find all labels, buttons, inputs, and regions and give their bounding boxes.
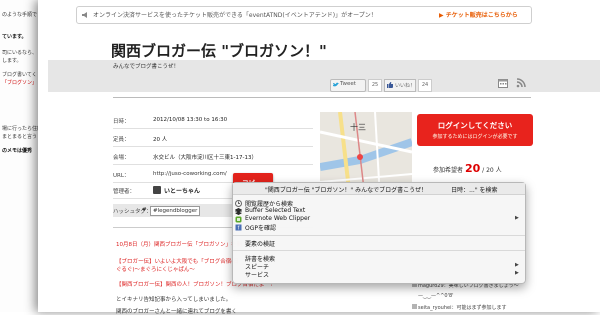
tweet-count: 25	[368, 79, 382, 92]
organizer-name-link[interactable]: いとーちゃん	[164, 186, 200, 195]
menu-item-evernote[interactable]: Evernote Web Clipper	[245, 215, 310, 222]
body-text-link[interactable]: 【ブロガー伝】いよいよ大阪でも「ブログ合宿(日	[116, 257, 239, 265]
organizer-avatar[interactable]	[153, 186, 161, 194]
capacity-value: 20 人	[153, 137, 168, 143]
row-divider	[113, 164, 313, 165]
capacity-label: 定員：	[113, 137, 130, 143]
url-label: URL：	[113, 173, 130, 179]
ticket-sales-link[interactable]: ▶ チケット販売はこちらから	[439, 10, 518, 19]
body-text-line: 関西のブロガーさんと一緒に連れてブログを書く	[116, 309, 237, 315]
history-icon	[235, 200, 242, 207]
bg-text-line: 司にいるなら、	[2, 50, 38, 56]
notice-text: オンライン決済サービスを使ったチケット販売ができる「eventATND(イベント…	[93, 12, 377, 19]
tweet-label: Tweet	[340, 81, 356, 87]
menu-separator	[233, 250, 525, 251]
submenu-arrow-icon: ▶	[515, 262, 519, 268]
divider	[113, 97, 531, 98]
bg-text-line: ています。	[2, 34, 27, 40]
date-label: 日時：	[113, 119, 130, 125]
login-title: ログインしてください	[437, 121, 513, 130]
date-value: 2012/10/08 13:30 to 16:30	[153, 117, 228, 123]
map-label: 十三	[350, 123, 366, 132]
menu-item-services[interactable]: サービス	[245, 270, 269, 279]
comment-text: seita_ryouhei：可能はまず参加します	[418, 305, 507, 311]
event-url-link[interactable]: http://juso-coworking.com/	[153, 171, 227, 177]
tweet-button[interactable]: Tweet	[330, 79, 366, 92]
evernote-icon	[235, 216, 242, 223]
commenter-avatar[interactable]	[412, 304, 417, 309]
count-number: 20	[464, 162, 481, 175]
page-subtitle: みんなでブログ書こうぜ！	[113, 64, 180, 70]
comment-text: —‿‿—^^0'8'	[418, 293, 454, 299]
body-text-line: 10月8日（月）関西ブロガー伝「ブロガソン」を開	[116, 242, 242, 248]
login-subtitle: 参加するためにはログインが必要です	[432, 134, 518, 140]
megaphone-icon	[82, 12, 87, 18]
venue-label: 会場：	[113, 155, 130, 161]
row-divider	[113, 128, 313, 129]
venue-value: 水交ビル（大阪市淀川区十三東1-17-13）	[153, 155, 257, 161]
rss-icon[interactable]	[516, 78, 526, 88]
context-menu-search-row[interactable]: "関西ブロガー伝 "ブロガソン！" みんなでブログ書こうぜ！ 日時：..." を…	[233, 183, 525, 195]
bg-text-line: します。	[2, 58, 22, 64]
like-button[interactable]: いいね！	[384, 79, 416, 92]
calendar-icon[interactable]	[498, 78, 508, 88]
ogp-icon: f	[235, 224, 242, 231]
search-selection-item[interactable]: "関西ブロガー伝 "ブロガソン！" みんなでブログ書こうぜ！ 日時：..." を…	[265, 185, 497, 194]
participant-count: 参加希望者 20 / 20 人	[433, 162, 502, 175]
like-count: 24	[418, 79, 432, 92]
count-total: / 20 人	[482, 167, 502, 174]
menu-separator	[233, 235, 525, 236]
menu-item-inspect[interactable]: 要素の検証	[245, 239, 275, 248]
buffer-icon	[235, 208, 242, 215]
svg-text:f: f	[238, 226, 240, 232]
menu-item-buffer[interactable]: Buffer Selected Text	[245, 207, 305, 214]
organizer-label: 管理者：	[113, 189, 136, 195]
bg-text-line: のメモは優秀	[2, 148, 33, 154]
hashtag-link[interactable]: #legendblogger	[150, 206, 201, 216]
bg-text-line: のような手順で	[2, 12, 38, 18]
submenu-arrow-icon: ▶	[515, 215, 519, 221]
twitter-bird-icon	[333, 82, 339, 87]
hashtag-prefix: #	[142, 207, 147, 213]
page-title: 関西ブロガー伝 "ブロガソン！"	[111, 42, 327, 60]
notice-bar: オンライン決済サービスを使ったチケット販売ができる「eventATND(イベント…	[76, 6, 532, 24]
bg-text-line: 「ブログソン」	[2, 80, 38, 86]
menu-item-ogp[interactable]: OGPを確認	[245, 223, 276, 232]
context-menu: "関西ブロガー伝 "ブロガソン！" みんなでブログ書こうぜ！ 日時：..." を…	[232, 182, 526, 284]
submenu-arrow-icon: ▶	[515, 270, 519, 276]
body-text-line: とイキナリ告知記事から入ってしまいました。	[116, 297, 232, 303]
thumbs-up-icon	[387, 82, 393, 88]
count-prefix: 参加希望者	[433, 167, 464, 174]
bg-text-line: ブログ書いてく	[2, 72, 37, 78]
row-divider	[113, 146, 313, 147]
login-button[interactable]: ログインしてください 参加するためにはログインが必要です	[417, 114, 533, 146]
like-label: いいね！	[395, 83, 416, 89]
body-text-link[interactable]: ぐるぐ)〜まぐろにくじゃぱん〜	[116, 265, 195, 273]
